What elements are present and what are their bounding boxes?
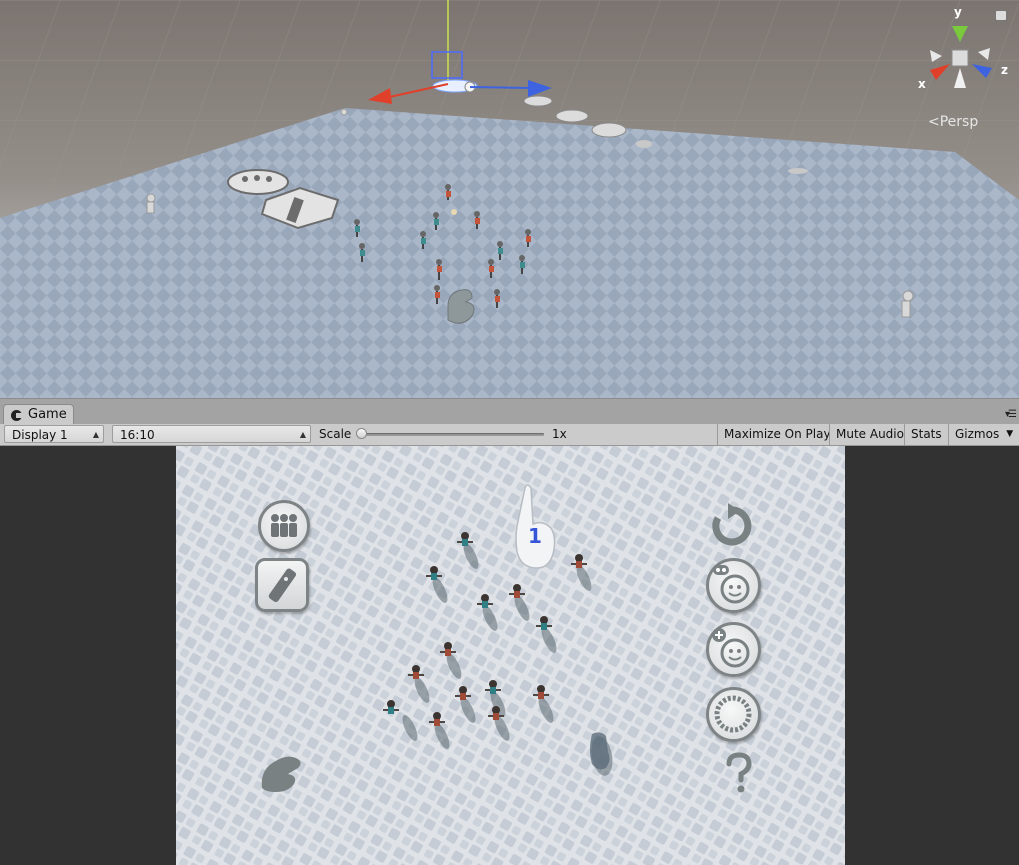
lock-icon[interactable] <box>995 10 1007 21</box>
gizmos-dropdown[interactable]: Gizmos ▼ <box>948 424 1018 445</box>
bot-face-button[interactable] <box>706 558 761 613</box>
remote-control-button[interactable] <box>255 558 309 612</box>
game-canvas[interactable]: 1 <box>176 446 845 865</box>
maximize-on-play-toggle[interactable]: Maximize On Play <box>717 424 837 445</box>
scale-label: Scale <box>319 427 352 441</box>
display-dropdown[interactable]: Display 1 ▲ <box>4 425 104 443</box>
display-value: Display 1 <box>12 428 68 442</box>
projection-label[interactable]: <Persp <box>928 114 978 130</box>
mute-audio-toggle[interactable]: Mute Audio <box>829 424 910 445</box>
restart-icon[interactable] <box>708 502 756 550</box>
aspect-dropdown[interactable]: 16:10 ▲ <box>112 425 311 443</box>
game-tab-bar: Game ▾☰ <box>0 398 1019 426</box>
gizmos-label: Gizmos <box>955 427 1000 441</box>
game-toolbar: Display 1 ▲ 16:10 ▲ Scale 1x Maximize On… <box>0 424 1019 446</box>
people-group-button[interactable] <box>258 500 310 552</box>
people-group-icon <box>271 514 297 537</box>
scene-floor <box>0 0 1019 398</box>
tab-menu-icon[interactable]: ▾☰ <box>1005 409 1017 420</box>
orientation-gizmo[interactable] <box>920 12 1010 97</box>
hand-left-icon <box>261 756 301 792</box>
bot-face-icon <box>713 565 750 604</box>
help-icon[interactable] <box>721 752 755 796</box>
dropdown-arrow-icon: ▼ <box>1006 429 1014 439</box>
add-face-button[interactable] <box>706 622 761 677</box>
scale-slider-track[interactable] <box>362 433 544 436</box>
scale-value: 1x <box>552 427 567 441</box>
tab-game-label: Game <box>28 407 67 422</box>
game-view: 1 <box>0 446 1019 865</box>
gizmo-x-label: x <box>918 77 926 91</box>
dropdown-arrows-icon: ▲ <box>299 430 306 439</box>
remote-control-icon <box>268 568 297 603</box>
dial-button[interactable] <box>706 687 761 742</box>
scale-slider-thumb[interactable] <box>356 428 367 439</box>
finger-count: 1 <box>528 524 542 548</box>
gizmo-z-label: z <box>1001 63 1008 77</box>
gizmo-y-label: y <box>954 5 962 19</box>
add-face-icon <box>712 628 750 668</box>
scene-view[interactable]: y x z <Persp <box>0 0 1019 398</box>
aspect-value: 16:10 <box>120 428 155 442</box>
pacman-icon <box>11 410 22 421</box>
tab-game[interactable]: Game <box>3 404 74 426</box>
circle-dial-icon <box>714 695 752 733</box>
stats-toggle[interactable]: Stats <box>904 424 948 445</box>
dropdown-arrows-icon: ▲ <box>92 430 99 439</box>
hand-shadow-icon <box>590 732 610 770</box>
